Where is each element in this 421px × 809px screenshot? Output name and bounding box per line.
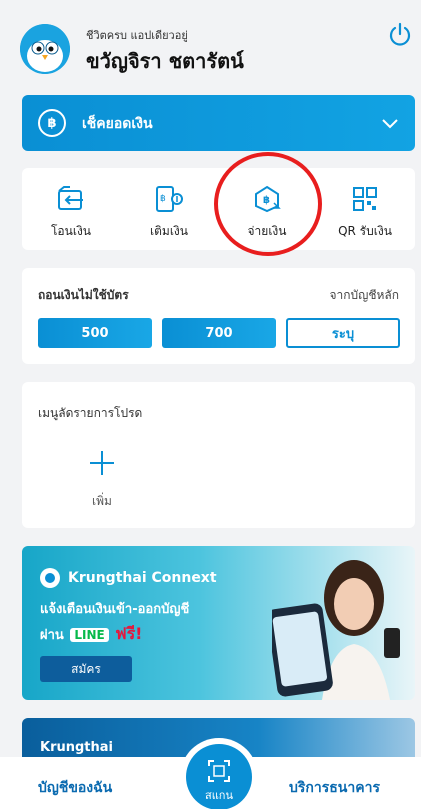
baht-icon: ฿ bbox=[38, 109, 66, 137]
scan-button[interactable]: สแกน bbox=[180, 738, 258, 809]
topup-button[interactable]: ฿ เติมเงิน bbox=[120, 168, 218, 250]
signup-button[interactable]: สมัคร bbox=[40, 656, 132, 682]
plus-icon[interactable] bbox=[87, 448, 117, 478]
promo-line2: ผ่าน LINE ฟรี! bbox=[40, 624, 143, 643]
free-text: ฟรี! bbox=[115, 624, 143, 643]
power-icon[interactable] bbox=[386, 20, 414, 48]
check-balance-label: เช็คยอดเงิน bbox=[82, 116, 153, 132]
scan-button-inner: สแกน bbox=[186, 744, 252, 809]
line-badge: LINE bbox=[70, 628, 109, 642]
promo-banner[interactable]: Krungthai Connext แจ้งเตือนเงินเข้า-ออกบ… bbox=[22, 546, 415, 700]
favorites-title: เมนูลัดรายการโปรด bbox=[38, 406, 143, 420]
header: ชีวิตครบ แอปเดียวอยู่ ขวัญจิรา ชตารัตน์ bbox=[0, 0, 421, 88]
favorites-card: เมนูลัดรายการโปรด เพิ่ม bbox=[22, 382, 415, 528]
check-balance-bar[interactable]: ฿ เช็คยอดเงิน bbox=[22, 95, 415, 151]
brand-name: Krungthai Connext bbox=[40, 568, 217, 588]
nav-bank-services[interactable]: บริการธนาคาร bbox=[289, 777, 380, 799]
qr-receive-button[interactable]: QR รับเงิน bbox=[316, 168, 414, 250]
topup-icon: ฿ bbox=[156, 186, 183, 212]
scan-icon bbox=[208, 760, 230, 782]
qr-receive-label: QR รับเงิน bbox=[338, 224, 392, 238]
cardless-withdraw-card: ถอนเงินไม่ใช้บัตร จากบัญชีหลัก 500 700 ร… bbox=[22, 268, 415, 364]
amount-700-button[interactable]: 700 bbox=[162, 318, 276, 348]
transfer-icon bbox=[58, 186, 83, 210]
topup-label: เติมเงิน bbox=[150, 224, 188, 238]
promo-person-image bbox=[272, 560, 400, 700]
withdraw-title: ถอนเงินไม่ใช้บัตร bbox=[38, 288, 129, 302]
secondary-banner-text: Krungthai bbox=[40, 740, 113, 755]
nav-my-account[interactable]: บัญชีของฉัน bbox=[38, 777, 112, 799]
promo-line1: แจ้งเตือนเงินเข้า-ออกบัญชี bbox=[40, 602, 190, 617]
amount-custom-button[interactable]: ระบุ bbox=[286, 318, 400, 348]
user-name: ขวัญจิรา ชตารัตน์ bbox=[86, 49, 244, 73]
transfer-label: โอนเงิน bbox=[50, 224, 92, 238]
chevron-down-icon[interactable] bbox=[380, 113, 400, 133]
avatar[interactable] bbox=[20, 24, 70, 74]
add-favorite-label[interactable]: เพิ่ม bbox=[72, 492, 132, 511]
withdraw-source[interactable]: จากบัญชีหลัก bbox=[329, 286, 399, 305]
scan-label: สแกน bbox=[205, 789, 233, 802]
krungthai-logo-icon bbox=[40, 568, 60, 588]
svg-text:฿: ฿ bbox=[160, 194, 166, 204]
highlight-circle bbox=[214, 152, 322, 256]
qr-icon bbox=[353, 187, 377, 211]
greeting-text: ชีวิตครบ แอปเดียวอยู่ bbox=[86, 29, 188, 42]
transfer-button[interactable]: โอนเงิน bbox=[22, 168, 120, 250]
amount-500-button[interactable]: 500 bbox=[38, 318, 152, 348]
